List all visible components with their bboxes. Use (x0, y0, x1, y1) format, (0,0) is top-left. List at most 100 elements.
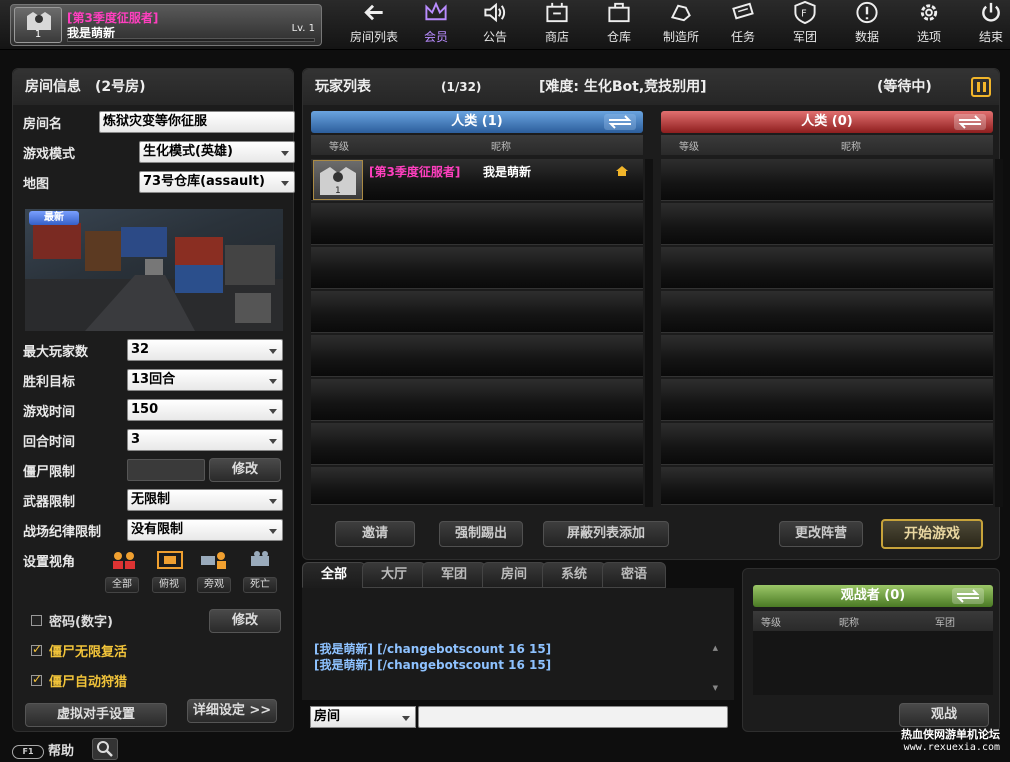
room-info-header: 房间信息 (2号房) (13, 69, 293, 105)
player-slot[interactable] (661, 291, 993, 333)
help-key-badge: F1 (12, 744, 44, 759)
player-avatar: 1 (14, 7, 62, 43)
map-select[interactable]: 73号仓库(assault) (139, 171, 295, 193)
change-team-button[interactable]: 更改阵营 (779, 521, 863, 547)
password-edit-button[interactable]: 修改 (209, 609, 281, 633)
swap-team-icon[interactable] (953, 113, 987, 131)
xp-bar (67, 38, 315, 42)
chat-tab-room[interactable]: 房间 (482, 562, 546, 588)
room-number: (2号房) (95, 79, 146, 95)
player-slot[interactable] (661, 335, 993, 377)
search-button[interactable] (92, 738, 118, 760)
win-target-select[interactable]: 13回合 (127, 369, 283, 391)
view-spectate-icon[interactable] (199, 550, 229, 570)
chat-tab-whisper[interactable]: 密语 (602, 562, 666, 588)
chat-tab-all[interactable]: 全部 (302, 562, 366, 588)
player-card[interactable]: 1 [第3季度征服者] 我是萌新 Lv. 1 (10, 4, 322, 46)
weapon-limit-select[interactable]: 无限制 (127, 489, 283, 511)
pause-icon[interactable] (971, 77, 991, 97)
player-slot[interactable] (661, 467, 993, 505)
zombie-limit-row: 僵尸限制 修改 (23, 458, 285, 482)
zombie-auto-hunt-checkbox[interactable] (31, 672, 42, 686)
chat-scroll-up-icon[interactable]: ▲ (713, 644, 718, 652)
nav-exit[interactable]: 结束 (960, 0, 1010, 50)
player-slot[interactable] (311, 379, 643, 421)
block-list-button[interactable]: 屏蔽列表添加 (543, 521, 669, 547)
player-slot[interactable] (311, 203, 643, 245)
nav-stats[interactable]: 数据 (836, 0, 898, 50)
info-icon (856, 1, 878, 24)
discipline-select[interactable]: 没有限制 (127, 519, 283, 541)
round-time-select[interactable]: 3 (127, 429, 283, 451)
start-game-button[interactable]: 开始游戏 (881, 519, 983, 549)
view-all-button[interactable]: 全部 (105, 577, 139, 593)
shield-icon: F (794, 0, 816, 25)
view-death-icon[interactable] (247, 550, 277, 570)
virtual-opponent-button[interactable]: 虚拟对手设置 (25, 703, 167, 727)
max-players-select[interactable]: 32 (127, 339, 283, 361)
swap-team-icon[interactable] (603, 113, 637, 131)
nav-clan[interactable]: F 军团 (774, 0, 836, 50)
spectator-column-header: 等级 昵称 军团 (753, 611, 993, 631)
player-slot[interactable] (311, 467, 643, 505)
zombie-scrollbar[interactable] (995, 159, 1003, 507)
nav-notice[interactable]: 公告 (464, 0, 526, 50)
power-icon (982, 2, 1000, 22)
chat-input[interactable] (418, 706, 728, 728)
room-name-input[interactable]: 炼狱灾变等你征服 (99, 111, 295, 133)
player-slot[interactable] (661, 379, 993, 421)
view-spectate-button[interactable]: 旁观 (197, 577, 231, 593)
player-slot[interactable] (661, 247, 993, 289)
zombie-limit-edit-button[interactable]: 修改 (209, 458, 281, 482)
gear-icon (920, 4, 938, 21)
detail-settings-button[interactable]: 详细设定 >> (187, 699, 277, 723)
player-slot[interactable] (311, 423, 643, 465)
chat-scope-select[interactable]: 房间 (310, 706, 416, 728)
player-slot[interactable] (311, 247, 643, 289)
watermark: 热血侠网游单机论坛 www.rexuexia.com (901, 728, 1000, 753)
player-slot[interactable] (661, 423, 993, 465)
view-all-icon[interactable] (109, 550, 139, 570)
invite-button[interactable]: 邀请 (335, 521, 415, 547)
difficulty-label: [难度: 生化Bot,竞技别用] (539, 79, 707, 95)
swap-team-icon[interactable] (951, 587, 985, 605)
chat-tab-system[interactable]: 系统 (542, 562, 606, 588)
nav-shop[interactable]: 商店 (526, 0, 588, 50)
human-column-header: 等级 昵称 (311, 135, 643, 155)
nav-inventory[interactable]: 仓库 (588, 0, 650, 50)
view-top-icon[interactable] (155, 550, 185, 570)
spectator-list (753, 631, 993, 695)
top-bar: 1 [第3季度征服者] 我是萌新 Lv. 1 房间列表 会员 公告 商店 仓库 (0, 0, 1010, 50)
view-death-button[interactable]: 死亡 (243, 577, 277, 593)
zombie-team-column: 人类 (0) 等级 昵称 (661, 111, 993, 507)
player-slot[interactable] (661, 159, 993, 201)
max-players-row: 最大玩家数 32 (23, 339, 285, 361)
help-link[interactable]: F1 帮助 (12, 740, 74, 759)
nav-workshop[interactable]: 制造所 (650, 0, 712, 50)
nav-member[interactable]: 会员 (408, 0, 464, 50)
view-top-button[interactable]: 俯视 (152, 577, 186, 593)
human-team-column: 人类 (1) 等级 昵称 1 [第3季度征服者] 我是萌新 (311, 111, 643, 507)
player-slot[interactable] (311, 291, 643, 333)
nav-options[interactable]: 选项 (898, 0, 960, 50)
chat-tab-lobby[interactable]: 大厅 (362, 562, 426, 588)
back-arrow-icon (364, 4, 383, 21)
game-time-select[interactable]: 150 (127, 399, 283, 421)
spectate-button[interactable]: 观战 (899, 703, 989, 727)
zombie-revive-label: 僵尸无限复活 (49, 645, 128, 660)
player-list-header: 玩家列表 (1/32) [难度: 生化Bot,竞技别用] (等待中) (303, 69, 999, 105)
password-checkbox[interactable] (31, 615, 42, 626)
zombie-revive-checkbox[interactable] (31, 642, 42, 656)
game-mode-select[interactable]: 生化模式(英雄) (139, 141, 295, 163)
nav-room-list[interactable]: 房间列表 (340, 0, 408, 50)
chat-tab-clan[interactable]: 军团 (422, 562, 486, 588)
player-slot[interactable] (311, 335, 643, 377)
player-slot-avatar: 1 (313, 160, 363, 200)
nav-mission[interactable]: 任务 (712, 0, 774, 50)
player-slot[interactable]: 1 [第3季度征服者] 我是萌新 (311, 159, 643, 201)
chat-scroll-down-icon[interactable]: ▼ (713, 684, 718, 692)
human-scrollbar[interactable] (645, 159, 653, 507)
chat-message: [我是萌新] [/changebotscount 16 15] (314, 642, 552, 656)
kick-button[interactable]: 强制踢出 (439, 521, 523, 547)
player-slot[interactable] (661, 203, 993, 245)
